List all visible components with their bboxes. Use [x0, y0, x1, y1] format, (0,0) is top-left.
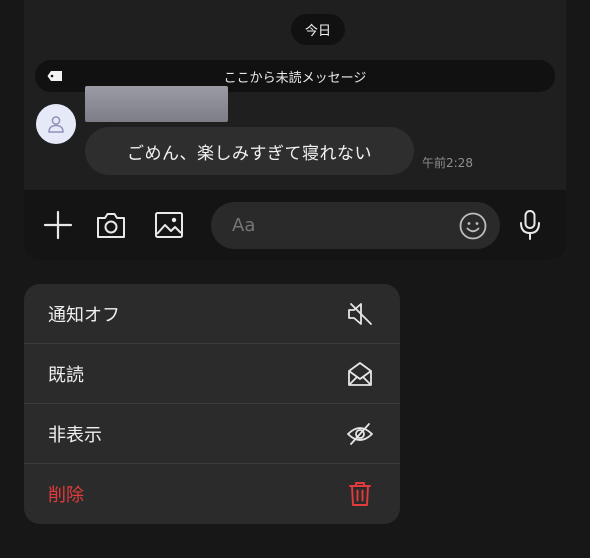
- date-separator: 今日: [291, 14, 345, 45]
- emoji-icon[interactable]: [458, 211, 488, 241]
- menu-item-label: 既読: [48, 364, 84, 386]
- menu-item-mute[interactable]: 通知オフ: [24, 284, 400, 344]
- open-envelope-icon: [348, 362, 372, 386]
- chat-preview: 今日 ここから未読メッセージ ごめん、楽しみすぎて寝れない 午前2:28: [24, 0, 566, 260]
- screen: 今日 ここから未読メッセージ ごめん、楽しみすぎて寝れない 午前2:28 Aa …: [0, 0, 590, 558]
- menu-item-mark-read[interactable]: 既読: [24, 344, 400, 404]
- menu-item-label: 非表示: [48, 424, 102, 446]
- avatar[interactable]: [36, 104, 76, 144]
- camera-button[interactable]: [94, 208, 128, 242]
- mute-icon: [348, 303, 372, 325]
- plus-icon: [43, 210, 73, 240]
- composer-bar: [24, 190, 566, 260]
- image-icon: [155, 212, 183, 238]
- menu-item-hide[interactable]: 非表示: [24, 404, 400, 464]
- image-button[interactable]: [152, 208, 186, 242]
- menu-item-delete[interactable]: 削除: [24, 464, 400, 524]
- plus-button[interactable]: [41, 208, 75, 242]
- sender-name-redacted: [85, 86, 228, 122]
- eye-slash-icon: [347, 423, 373, 445]
- unread-divider-label: ここから未読メッセージ: [223, 70, 367, 86]
- menu-item-label: 通知オフ: [48, 304, 120, 326]
- voice-button[interactable]: [513, 208, 547, 242]
- message-bubble[interactable]: ごめん、楽しみすぎて寝れない: [85, 127, 414, 175]
- tag-icon: [47, 71, 62, 81]
- context-menu: 通知オフ 既読 非表示 削除: [24, 284, 400, 524]
- person-icon: [48, 116, 64, 133]
- menu-item-label: 削除: [48, 485, 84, 506]
- message-input[interactable]: [211, 202, 500, 249]
- microphone-icon: [520, 210, 540, 240]
- message-text: ごめん、楽しみすぎて寝れない: [127, 143, 372, 164]
- camera-icon: [97, 213, 125, 238]
- message-timestamp: 午前2:28: [422, 156, 473, 170]
- trash-icon: [349, 482, 371, 506]
